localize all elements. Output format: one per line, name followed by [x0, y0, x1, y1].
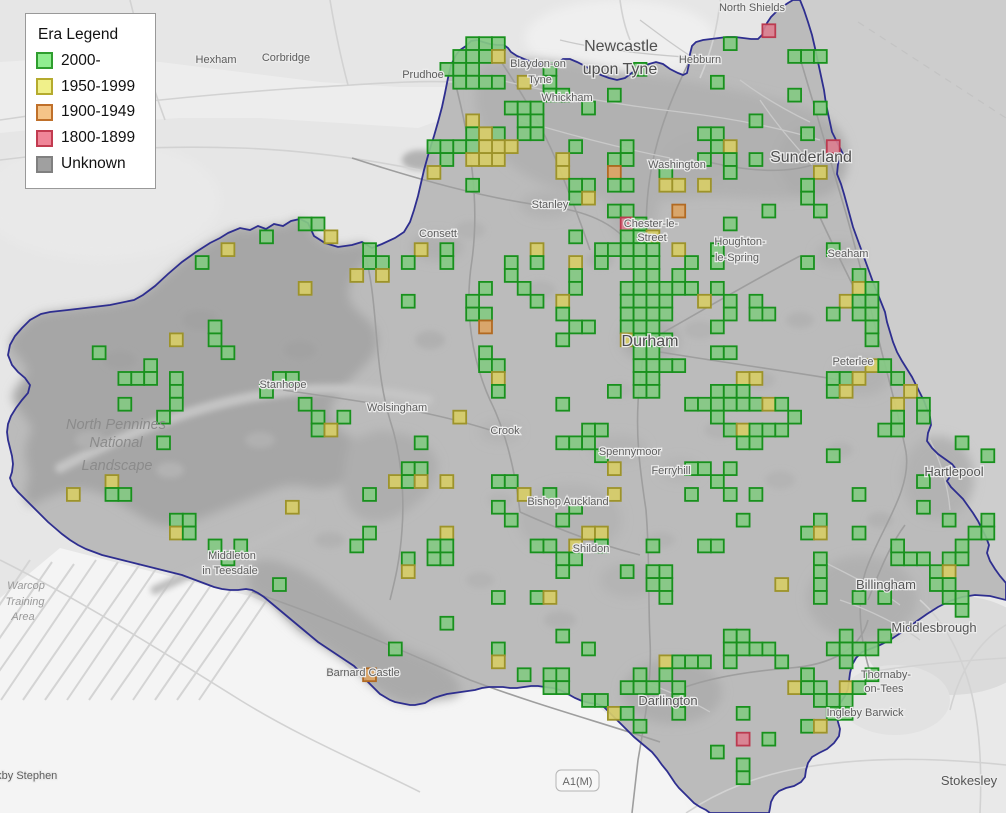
svg-text:Kirkby Stephen: Kirkby Stephen	[0, 770, 57, 782]
svg-text:Hebburn: Hebburn	[679, 54, 721, 66]
svg-text:Tyne: Tyne	[528, 74, 552, 86]
svg-text:upon Tyne: upon Tyne	[583, 61, 658, 78]
svg-text:Street: Street	[637, 232, 666, 244]
svg-text:Thornaby-: Thornaby-	[861, 669, 911, 681]
svg-text:Washington: Washington	[648, 159, 706, 171]
svg-text:Durham: Durham	[622, 333, 679, 350]
svg-text:Stokesley: Stokesley	[941, 773, 998, 788]
svg-text:Billingham: Billingham	[856, 577, 916, 592]
svg-text:Ingleby Barwick: Ingleby Barwick	[826, 707, 904, 719]
svg-text:Stanley: Stanley	[532, 199, 569, 211]
svg-text:Hartlepool: Hartlepool	[924, 464, 983, 479]
svg-text:Training: Training	[6, 596, 46, 608]
svg-text:Prudhoe: Prudhoe	[402, 69, 444, 81]
svg-text:Sunderland: Sunderland	[770, 149, 852, 166]
svg-text:Darlington: Darlington	[638, 693, 697, 708]
svg-text:Area: Area	[10, 611, 34, 623]
svg-text:Houghton-: Houghton-	[714, 236, 766, 248]
svg-text:Bishop Auckland: Bishop Auckland	[527, 496, 608, 508]
svg-text:Consett: Consett	[419, 228, 457, 240]
svg-text:Stanhope: Stanhope	[259, 379, 306, 391]
svg-text:A1(M): A1(M)	[563, 776, 593, 788]
svg-text:Landscape: Landscape	[82, 458, 153, 474]
svg-text:Middleton: Middleton	[208, 550, 256, 562]
svg-text:Ferryhill: Ferryhill	[651, 465, 690, 477]
svg-text:North Pennines: North Pennines	[66, 417, 166, 433]
svg-text:Chester-le-: Chester-le-	[624, 218, 679, 230]
svg-text:Corbridge: Corbridge	[262, 52, 310, 64]
svg-text:Warcop: Warcop	[7, 580, 45, 592]
svg-text:Shildon: Shildon	[573, 543, 610, 555]
svg-text:Middlesbrough: Middlesbrough	[891, 620, 976, 635]
svg-text:Wolsingham: Wolsingham	[367, 402, 427, 414]
svg-text:le-Spring: le-Spring	[715, 252, 759, 264]
svg-text:Hexham: Hexham	[196, 54, 237, 66]
svg-text:Seaham: Seaham	[828, 248, 869, 260]
svg-text:in Teesdale: in Teesdale	[202, 565, 257, 577]
svg-text:North Shields: North Shields	[719, 2, 786, 14]
svg-text:Spennymoor: Spennymoor	[599, 446, 662, 458]
svg-text:Peterlee: Peterlee	[833, 356, 874, 368]
svg-text:Whickham: Whickham	[541, 92, 592, 104]
svg-text:on-Tees: on-Tees	[864, 683, 904, 695]
svg-text:Crook: Crook	[490, 425, 520, 437]
svg-text:National: National	[89, 435, 143, 451]
svg-text:Barnard Castle: Barnard Castle	[326, 667, 399, 679]
svg-text:Blaydon-on: Blaydon-on	[510, 58, 566, 70]
svg-text:Newcastle: Newcastle	[584, 38, 658, 55]
